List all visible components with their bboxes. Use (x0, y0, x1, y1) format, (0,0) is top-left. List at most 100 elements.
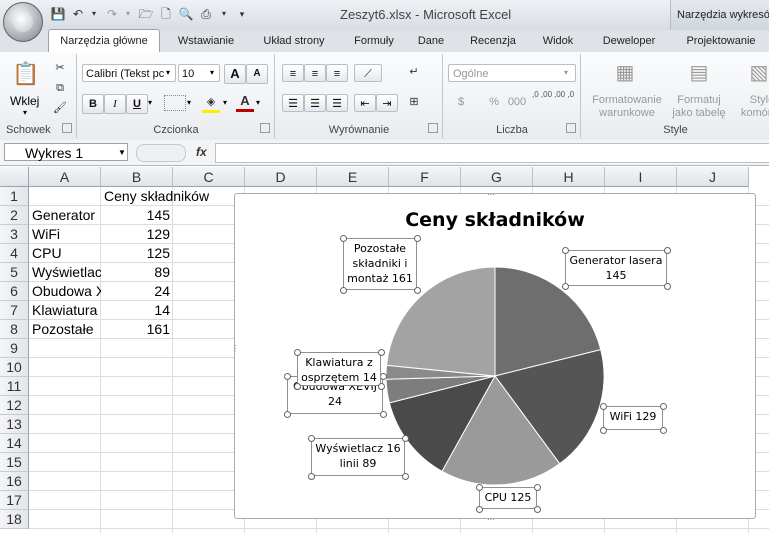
column-header-a[interactable]: A (29, 167, 101, 187)
font-color-button[interactable]: A (236, 93, 254, 112)
cell-a7[interactable]: Klawiatura (29, 301, 101, 320)
data-label-6[interactable]: Pozostałe składniki i montaż 161 (340, 235, 421, 294)
label-handle[interactable] (294, 349, 301, 356)
row-header-10[interactable]: 10 (0, 358, 29, 377)
row-header-1[interactable]: 1 (0, 187, 29, 206)
wrap-text-icon[interactable]: ↵ (404, 64, 424, 80)
insert-function-button[interactable]: fx (196, 145, 207, 159)
cell-a5[interactable]: Wyświetlac (29, 263, 101, 282)
font-color-dropdown-icon[interactable]: ▾ (256, 98, 260, 107)
conditional-formatting-icon[interactable]: ▦ (612, 60, 638, 86)
data-label-2[interactable]: CPU 125 (476, 484, 541, 513)
column-header-f[interactable]: F (389, 167, 461, 187)
label-handle[interactable] (664, 283, 671, 290)
cell-b8[interactable]: 161 (101, 320, 173, 339)
data-label-1[interactable]: WiFi 129 (600, 403, 667, 434)
redo-dropdown-icon[interactable]: ▾ (120, 6, 136, 22)
column-header-i[interactable]: I (605, 167, 677, 187)
row-header-8[interactable]: 8 (0, 320, 29, 339)
label-handle[interactable] (476, 484, 483, 491)
cell-b4[interactable]: 125 (101, 244, 173, 263)
cell-b2[interactable]: 145 (101, 206, 173, 225)
italic-button[interactable]: I (104, 94, 126, 114)
office-button[interactable] (3, 2, 43, 42)
print-preview-icon[interactable]: 🔍 (178, 6, 194, 22)
font-launcher-icon[interactable] (260, 123, 270, 133)
increase-decimal-button[interactable]: ,0 ,00 (532, 90, 552, 100)
column-header-c[interactable]: C (173, 167, 245, 187)
cell-a4[interactable]: CPU (29, 244, 101, 263)
label-handle[interactable] (380, 373, 387, 380)
tab-review[interactable]: Recenzja (462, 30, 524, 52)
row-header-15[interactable]: 15 (0, 453, 29, 472)
print-icon[interactable]: ⎙ (198, 6, 214, 22)
currency-icon[interactable]: $ (450, 94, 472, 110)
number-launcher-icon[interactable] (566, 123, 576, 133)
borders-dropdown-icon[interactable]: ▾ (187, 98, 191, 107)
align-middle-icon[interactable]: ≡ (304, 64, 326, 82)
borders-icon[interactable] (164, 95, 186, 111)
format-as-table-icon[interactable]: ▤ (686, 60, 712, 86)
decrease-decimal-button[interactable]: ,00 ,0 (554, 90, 574, 100)
cell-b5[interactable]: 89 (101, 263, 173, 282)
number-format-dropdown-icon[interactable]: ▾ (564, 68, 568, 77)
row-header-18[interactable]: 18 (0, 510, 29, 529)
formula-splitter-icon[interactable] (136, 144, 186, 162)
bold-button[interactable]: B (82, 94, 104, 114)
row-header-11[interactable]: 11 (0, 377, 29, 396)
label-handle[interactable] (378, 383, 385, 390)
label-handle[interactable] (380, 411, 387, 418)
row-header-13[interactable]: 13 (0, 415, 29, 434)
column-header-g[interactable]: G (461, 167, 533, 187)
column-header-h[interactable]: H (533, 167, 605, 187)
row-header-12[interactable]: 12 (0, 396, 29, 415)
data-label-0[interactable]: Generator lasera 145 (562, 247, 671, 290)
font-size-dropdown-icon[interactable]: ▾ (210, 68, 214, 77)
label-handle[interactable] (534, 484, 541, 491)
tab-developer[interactable]: Deweloper (592, 30, 666, 52)
cell-b1[interactable]: Ceny składników (101, 187, 246, 206)
cell-a3[interactable]: WiFi (29, 225, 101, 244)
orientation-icon[interactable]: ⟋ (354, 64, 382, 82)
cell-b6[interactable]: 24 (101, 282, 173, 301)
format-as-table-button[interactable]: Formatuj jako tabelę (668, 94, 730, 120)
format-painter-icon[interactable]: 🖌 (52, 100, 68, 116)
align-top-icon[interactable]: ≡ (282, 64, 304, 82)
data-label-5[interactable]: Klawiatura z osprzętem 14 (294, 349, 385, 390)
paste-icon[interactable]: 📋 (12, 58, 39, 90)
label-handle[interactable] (476, 506, 483, 513)
label-handle[interactable] (340, 235, 347, 242)
row-header-4[interactable]: 4 (0, 244, 29, 263)
tab-formulas[interactable]: Formuły (344, 30, 404, 52)
align-bottom-icon[interactable]: ≡ (326, 64, 348, 82)
column-header-e[interactable]: E (317, 167, 389, 187)
alignment-launcher-icon[interactable] (428, 123, 438, 133)
paste-dropdown-icon[interactable]: ▾ (23, 108, 27, 117)
row-header-9[interactable]: 9 (0, 339, 29, 358)
paste-button[interactable]: Wklej (10, 94, 39, 108)
new-document-icon[interactable]: 🗋 (158, 6, 174, 22)
redo-icon[interactable]: ↷ (104, 6, 120, 22)
underline-button[interactable]: U (126, 94, 148, 114)
grow-font-button[interactable]: A (224, 64, 246, 84)
tab-home[interactable]: Narzędzia główne (48, 29, 160, 53)
percent-button[interactable]: % (486, 94, 502, 110)
row-header-14[interactable]: 14 (0, 434, 29, 453)
shrink-font-button[interactable]: A (246, 64, 268, 84)
font-name-dropdown-icon[interactable]: ▾ (166, 68, 170, 77)
number-format-select[interactable]: Ogólne (448, 64, 576, 82)
increase-indent-icon[interactable]: ⇥ (376, 94, 398, 112)
label-handle[interactable] (294, 383, 301, 390)
merge-center-icon[interactable]: ⊞ (404, 94, 424, 110)
cell-styles-button[interactable]: Style komórek (738, 94, 769, 120)
fill-color-dropdown-icon[interactable]: ▾ (223, 98, 227, 107)
customize-toolbar-icon[interactable]: ▾ (234, 6, 250, 22)
align-center-icon[interactable]: ☰ (304, 94, 326, 112)
cell-b3[interactable]: 129 (101, 225, 173, 244)
label-handle[interactable] (562, 247, 569, 254)
cell-a2[interactable]: Generator (29, 206, 101, 225)
name-box-dropdown-icon[interactable]: ▼ (118, 148, 126, 157)
undo-icon[interactable]: ↶ (70, 6, 86, 22)
label-handle[interactable] (562, 283, 569, 290)
label-handle[interactable] (414, 235, 421, 242)
